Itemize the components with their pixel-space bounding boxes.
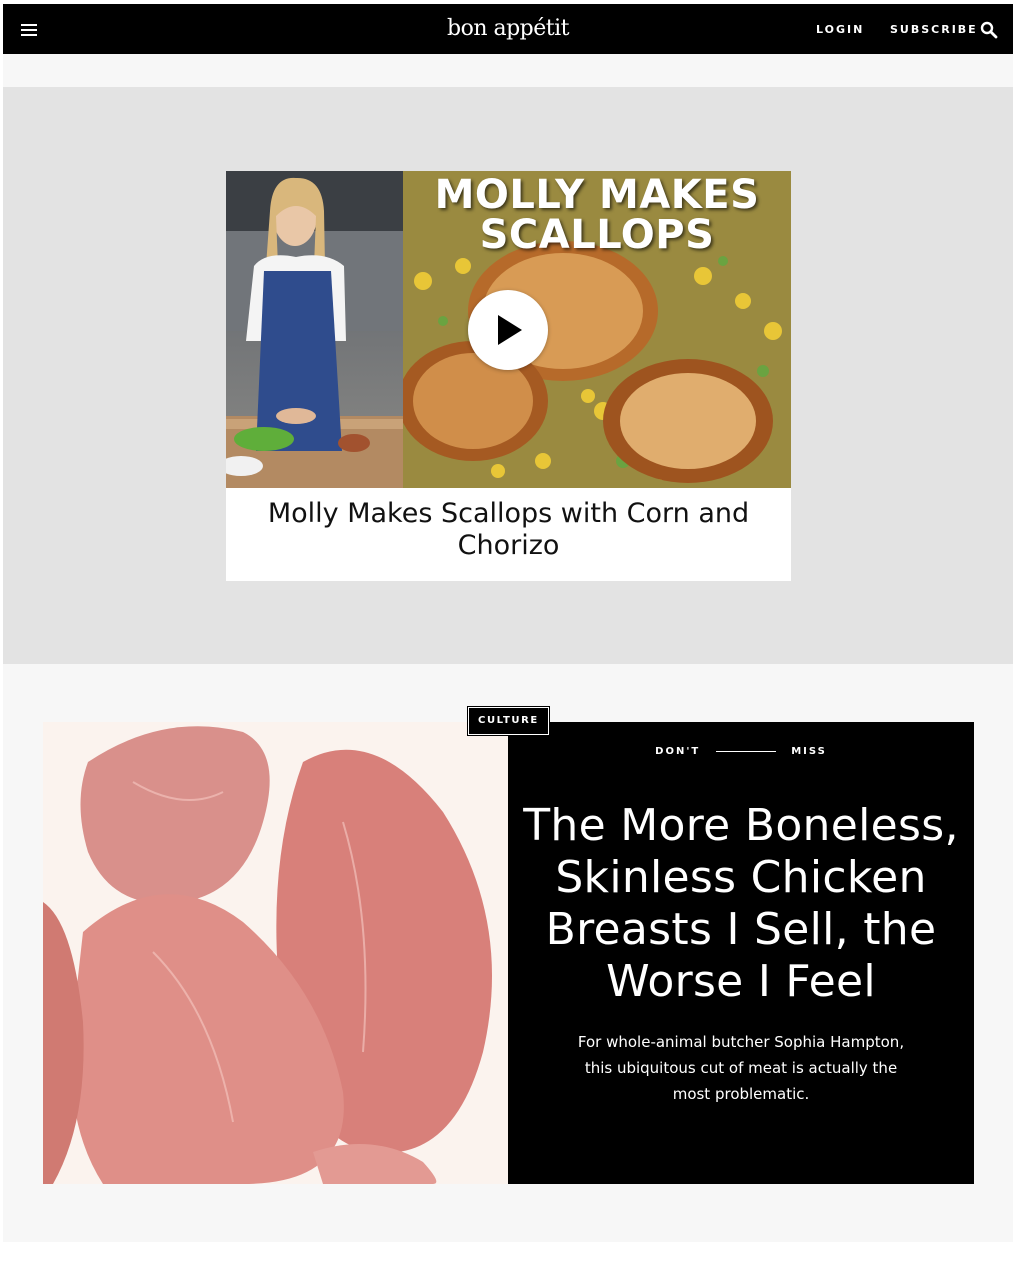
login-link[interactable]: LOGIN	[816, 23, 864, 36]
video-section: MOLLY MAKES SCALLOPS Molly Makes Scallop…	[3, 87, 1013, 664]
page: bon appétit LOGIN SUBSCRIBE MOLLY MAKES …	[3, 4, 1013, 1263]
search-icon[interactable]	[980, 21, 998, 39]
feature-dek: For whole-animal butcher Sophia Hampton,…	[577, 1033, 905, 1103]
video-card[interactable]: MOLLY MAKES SCALLOPS Molly Makes Scallop…	[226, 171, 791, 581]
video-caption[interactable]: Molly Makes Scallops with Corn and Chori…	[246, 498, 771, 562]
feature-story: DON'T MISS The More Boneless, Skinless C…	[43, 706, 974, 1184]
thumbnail-title-line2: SCALLOPS	[479, 212, 715, 258]
play-button[interactable]	[468, 290, 548, 370]
kicker-left: DON'T	[655, 746, 701, 757]
category-tag[interactable]: CULTURE	[467, 706, 550, 736]
logo-text[interactable]: bon appétit	[447, 16, 570, 41]
chicken-breasts-image[interactable]	[43, 722, 508, 1184]
next-section-edge	[3, 1242, 1013, 1263]
play-icon	[498, 315, 522, 345]
feature-headline[interactable]: The More Boneless, Skinless Chicken Brea…	[516, 800, 966, 1008]
thumbnail-title-line1: MOLLY MAKES	[434, 172, 760, 218]
kicker-divider	[715, 750, 776, 752]
thumbnail-chef-photo	[226, 171, 403, 488]
dont-miss-kicker: DON'T MISS	[508, 746, 974, 757]
kicker-right: MISS	[791, 746, 827, 757]
subscribe-link[interactable]: SUBSCRIBE	[890, 23, 978, 36]
feature-text-panel: DON'T MISS The More Boneless, Skinless C…	[508, 722, 974, 1184]
top-navigation-bar: bon appétit LOGIN SUBSCRIBE	[3, 4, 1013, 54]
video-thumbnail[interactable]: MOLLY MAKES SCALLOPS	[226, 171, 791, 488]
